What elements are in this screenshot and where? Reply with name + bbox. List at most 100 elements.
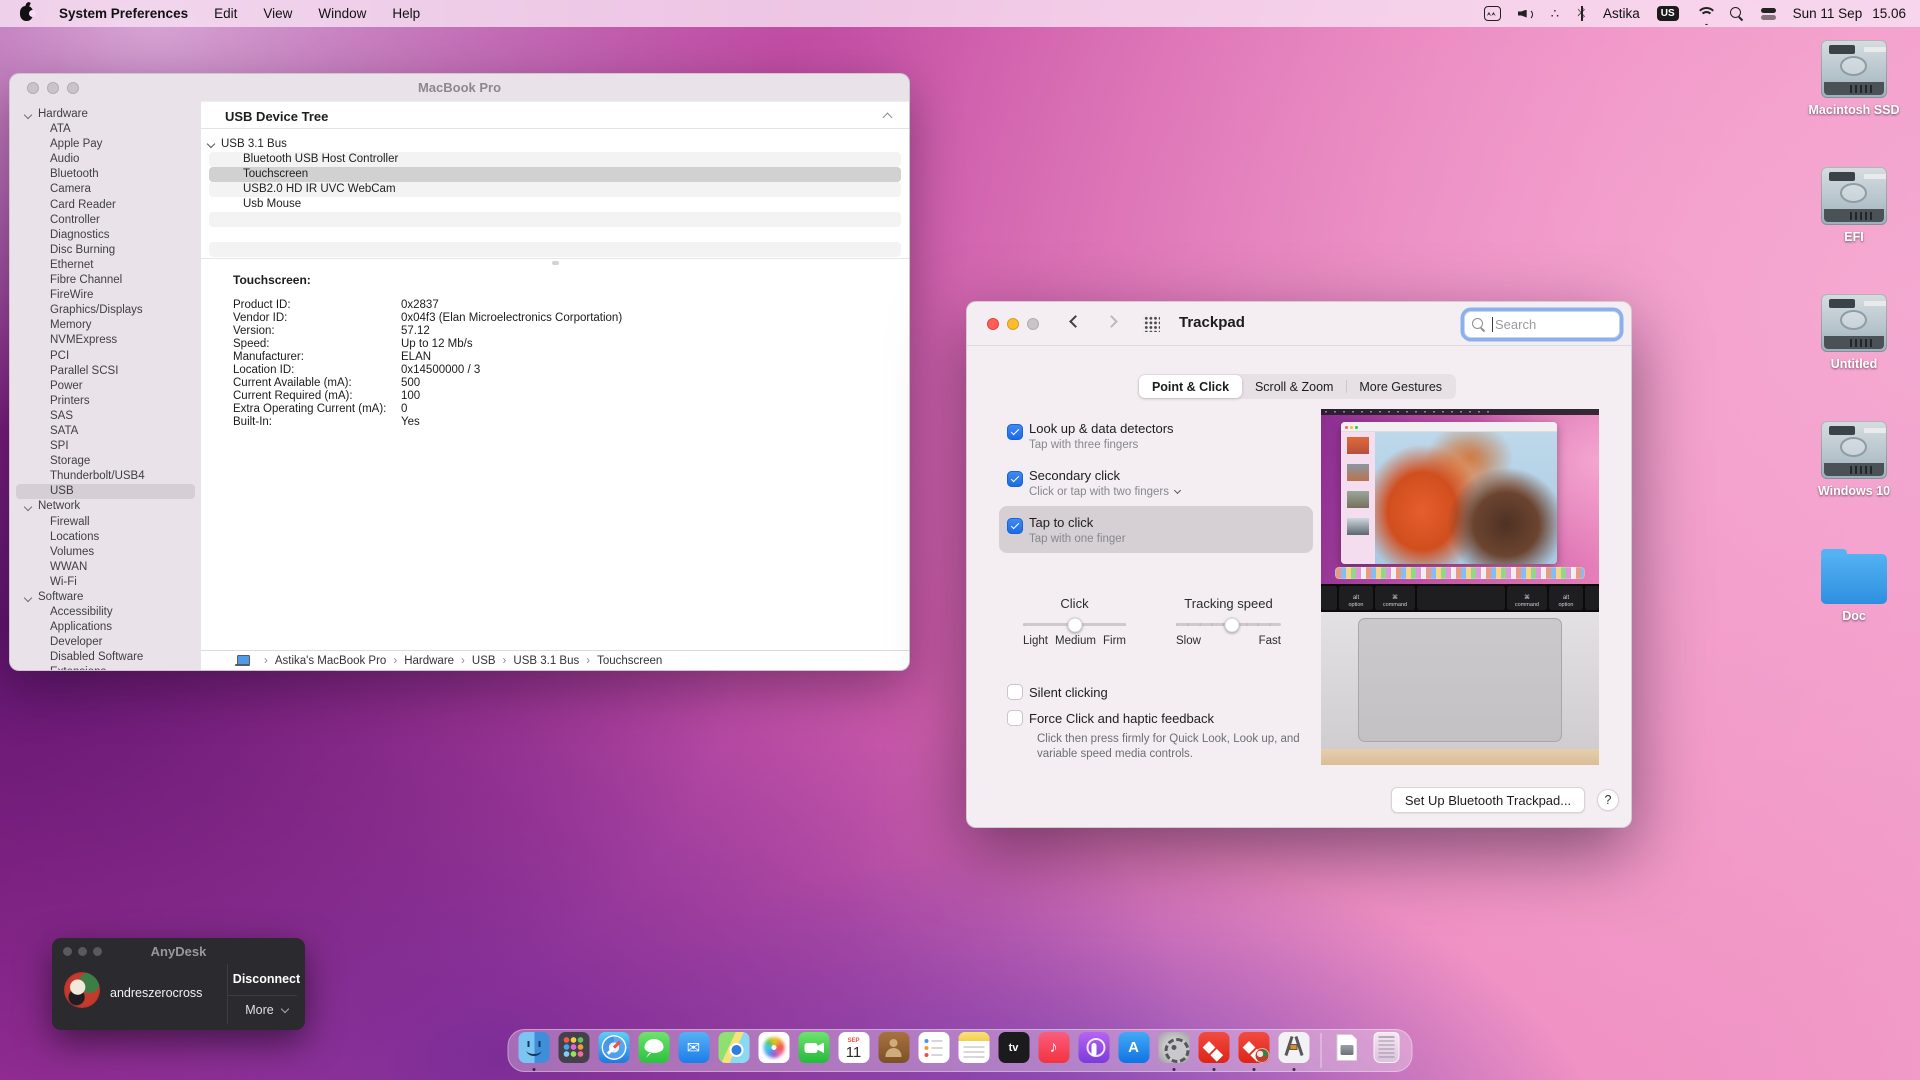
sidebar-item[interactable]: Network <box>10 499 201 514</box>
sidebar-item[interactable]: SAS <box>10 409 201 424</box>
sidebar-item[interactable]: WWAN <box>10 560 201 575</box>
dock-item-contacts[interactable] <box>874 1029 914 1072</box>
dock-item-system-information[interactable] <box>1274 1029 1314 1072</box>
desktop-icon[interactable]: Macintosh SSD <box>1806 40 1902 117</box>
sidebar-item[interactable]: Accessibility <box>10 605 201 620</box>
keyboard-layout-badge[interactable]: US <box>1657 6 1679 21</box>
spotlight-icon[interactable] <box>1730 7 1744 21</box>
help-button[interactable]: ? <box>1597 789 1619 811</box>
checkbox[interactable] <box>1007 471 1023 487</box>
sidebar-item[interactable]: Controller <box>10 213 201 228</box>
sidebar-item[interactable]: PCI <box>10 349 201 364</box>
click-slider-track[interactable] <box>1023 623 1126 626</box>
dock-item-podcasts[interactable] <box>1074 1029 1114 1072</box>
dock-item-system-preferences[interactable] <box>1154 1029 1194 1072</box>
menu-item[interactable]: Edit <box>214 6 237 21</box>
search-input[interactable] <box>1493 317 1603 332</box>
control-center-icon[interactable] <box>1761 8 1776 20</box>
sidebar-item[interactable]: Camera <box>10 182 201 197</box>
dock-item-anydesk[interactable] <box>1194 1029 1234 1072</box>
breadcrumb-label[interactable]: Hardware <box>404 655 454 667</box>
dock-item-separator[interactable] <box>1314 1029 1327 1072</box>
dock-item-safari[interactable] <box>594 1029 634 1072</box>
sidebar-item[interactable]: Power <box>10 379 201 394</box>
extra-option-row[interactable]: Force Click and haptic feedback <box>999 706 1313 730</box>
dock-item-launchpad[interactable] <box>554 1029 594 1072</box>
sidebar-item[interactable]: Extensions <box>10 665 201 670</box>
bluetooth-icon[interactable] <box>1577 6 1586 21</box>
si-titlebar[interactable]: MacBook Pro <box>10 74 909 101</box>
apple-menu-icon[interactable] <box>20 6 33 21</box>
breadcrumb-label[interactable]: USB <box>472 655 496 667</box>
sidebar-item[interactable]: SPI <box>10 439 201 454</box>
sidebar-item[interactable]: Ethernet <box>10 258 201 273</box>
sidebar-item[interactable]: Audio <box>10 152 201 167</box>
dock-item-messages[interactable] <box>634 1029 674 1072</box>
dock-item-anydesk-session[interactable] <box>1234 1029 1274 1072</box>
close-button[interactable] <box>987 318 999 330</box>
sidebar-item[interactable]: Bluetooth <box>10 167 201 182</box>
dock-item-facetime[interactable] <box>794 1029 834 1072</box>
more-button[interactable]: More <box>228 996 305 1024</box>
wifi-icon[interactable] <box>1696 7 1713 20</box>
sidebar-item[interactable]: Fibre Channel <box>10 273 201 288</box>
checkbox[interactable] <box>1007 710 1023 726</box>
sidebar-item[interactable]: SATA <box>10 424 201 439</box>
setup-bluetooth-trackpad-button[interactable]: Set Up Bluetooth Trackpad... <box>1391 787 1585 813</box>
tree-row[interactable] <box>209 227 901 242</box>
sidebar-item[interactable]: Thunderbolt/USB4 <box>10 469 201 484</box>
chevron-down-icon[interactable] <box>1174 487 1181 494</box>
checkbox[interactable] <box>1007 518 1023 534</box>
desktop-icon[interactable]: Doc <box>1806 548 1902 623</box>
tab[interactable]: More Gestures <box>1346 375 1455 398</box>
minimize-button[interactable] <box>1007 318 1019 330</box>
checkbox[interactable] <box>1007 424 1023 440</box>
dock-item-document[interactable] <box>1327 1029 1367 1072</box>
breadcrumb-label[interactable]: USB 3.1 Bus <box>513 655 579 667</box>
desktop-icon[interactable]: Untitled <box>1806 294 1902 371</box>
sidebar-item[interactable]: Software <box>10 590 201 605</box>
active-app-menu[interactable]: System Preferences <box>59 6 188 21</box>
menu-username[interactable]: Astika <box>1603 6 1640 21</box>
sidebar-item[interactable]: ATA <box>10 122 201 137</box>
tree-row[interactable]: Usb Mouse <box>209 197 901 212</box>
menu-item[interactable]: Help <box>392 6 420 21</box>
desktop-icon[interactable]: EFI <box>1806 167 1902 244</box>
disconnect-button[interactable]: Disconnect <box>228 964 305 994</box>
menu-clock[interactable]: Sun 11 Sep 15.06 <box>1793 6 1906 21</box>
sidebar-item[interactable]: Memory <box>10 318 201 333</box>
tracking-slider-track[interactable] <box>1176 623 1281 626</box>
dock-item-reminders[interactable] <box>914 1029 954 1072</box>
checkbox[interactable] <box>1007 684 1023 700</box>
trackpad-option[interactable]: Secondary click Click or tap with two fi… <box>999 459 1313 506</box>
tree-row[interactable]: USB2.0 HD IR UVC WebCam <box>209 182 901 197</box>
dock-item-mail[interactable]: ✉ <box>674 1029 714 1072</box>
sidebar-item[interactable]: USB <box>16 484 195 499</box>
forward-button[interactable] <box>1105 315 1118 328</box>
trackpad-option[interactable]: Look up & data detectors Tap with three … <box>999 412 1313 459</box>
desktop-icon[interactable]: Windows 10 <box>1806 421 1902 498</box>
sidebar-item[interactable]: Disc Burning <box>10 243 201 258</box>
tp-titlebar[interactable]: Trackpad <box>967 302 1631 346</box>
anydesk-tray-icon[interactable] <box>1484 6 1501 21</box>
dock-item-finder[interactable] <box>514 1029 554 1072</box>
dock-item-app-store[interactable]: A <box>1114 1029 1154 1072</box>
search-field[interactable] <box>1464 311 1620 338</box>
tree-row[interactable] <box>209 242 901 257</box>
tree-row[interactable] <box>209 212 901 227</box>
show-all-grid-icon[interactable] <box>1143 315 1160 332</box>
tab[interactable]: Point & Click <box>1139 375 1242 398</box>
dock-item-music[interactable]: ♪ <box>1034 1029 1074 1072</box>
back-button[interactable] <box>1069 315 1082 328</box>
sidebar-item[interactable]: Developer <box>10 635 201 650</box>
sidebar-item[interactable]: Card Reader <box>10 198 201 213</box>
tracking-slider-knob[interactable] <box>1224 617 1239 632</box>
zoom-button[interactable] <box>1027 318 1039 330</box>
therefore-dots-icon[interactable]: ∴ <box>1551 6 1560 22</box>
sidebar-item[interactable]: Volumes <box>10 545 201 560</box>
tree-row[interactable]: USB 3.1 Bus <box>209 137 901 152</box>
extra-option-row[interactable]: Silent clicking <box>999 680 1313 704</box>
sidebar-item[interactable]: Graphics/Displays <box>10 303 201 318</box>
sidebar-item[interactable]: Applications <box>10 620 201 635</box>
sidebar-item[interactable]: Storage <box>10 454 201 469</box>
